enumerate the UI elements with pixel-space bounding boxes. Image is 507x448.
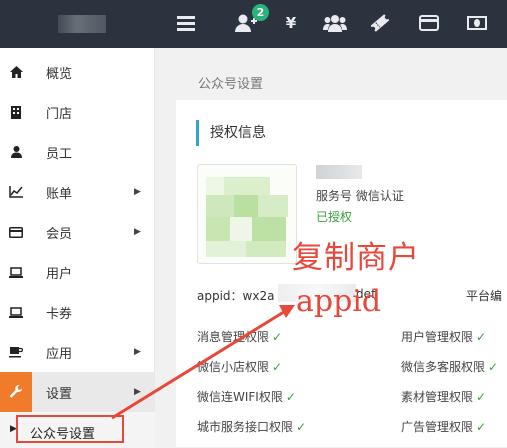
annotation-text-line1: 复制商户	[292, 240, 420, 276]
permission-item: 微信多客服权限 ✓	[401, 360, 499, 374]
sidebar-item-store[interactable]: 门店	[0, 92, 155, 132]
sidebar-item-staff[interactable]: 员工	[0, 132, 155, 172]
sidebar-item-apps[interactable]: 应用 ▶	[0, 332, 155, 372]
yen-icon[interactable]: ¥	[282, 10, 300, 36]
sidebar-item-label: 卡券	[46, 306, 73, 322]
notification-badge: 2	[252, 4, 269, 21]
top-navbar: 2 ¥	[0, 0, 507, 48]
laptop-icon	[9, 305, 23, 319]
sidebar-item-label: 门店	[46, 106, 73, 122]
appid-label: appid：wx2a	[197, 289, 275, 303]
card-icon[interactable]	[418, 10, 440, 36]
permission-item: 微信连WIFI权限 ✓	[197, 390, 296, 404]
annotation-text-line2: appid	[296, 284, 382, 319]
permission-item: 用户管理权限 ✓	[401, 330, 487, 344]
sidebar-item-label: 设置	[46, 386, 73, 402]
section-title: 授权信息	[196, 120, 266, 146]
sidebar-item-overview[interactable]: 概览	[0, 52, 155, 92]
sidebar: 概览 门店 员工 账单 ▶ 会员 ▶ 用户 卡券 应用 ▶ 设置 ▶ ▶ 公众号…	[0, 48, 155, 448]
card-icon	[9, 225, 23, 239]
permission-item: 城市服务接口权限 ✓	[197, 420, 307, 434]
permission-item: 广告管理权限 ✓	[401, 420, 487, 434]
permission-item: 消息管理权限 ✓	[197, 330, 283, 344]
cup-icon	[9, 345, 23, 359]
users-icon[interactable]	[322, 10, 348, 36]
chevron-right-icon: ▶	[134, 187, 141, 197]
cash-icon[interactable]	[466, 10, 488, 36]
chevron-right-icon: ▶	[134, 227, 141, 237]
platform-label: 平台编	[466, 289, 503, 303]
user-add-icon[interactable]: 2	[233, 4, 269, 36]
sidebar-item-users[interactable]: 用户	[0, 252, 155, 292]
brand-logo	[58, 15, 106, 33]
sidebar-item-coupons[interactable]: 卡券	[0, 292, 155, 332]
annotation-highlight-box	[16, 415, 124, 443]
user-icon	[9, 145, 23, 159]
menu-icon[interactable]	[176, 10, 196, 36]
authorization-status: 已授权	[316, 210, 353, 224]
ticket-icon[interactable]	[369, 10, 391, 36]
account-avatar	[197, 164, 297, 264]
sidebar-item-label: 应用	[46, 346, 73, 362]
wrench-icon	[0, 372, 32, 412]
permission-item: 素材管理权限 ✓	[401, 390, 487, 404]
chevron-right-icon: ▶	[134, 387, 141, 397]
permission-item: 微信小店权限 ✓	[197, 360, 283, 374]
sidebar-item-members[interactable]: 会员 ▶	[0, 212, 155, 252]
chevron-right-icon: ▶	[134, 347, 141, 357]
home-icon	[9, 65, 23, 79]
store-icon	[9, 105, 23, 119]
account-type: 服务号 微信认证	[316, 189, 404, 203]
sidebar-item-label: 用户	[46, 266, 73, 282]
chart-icon	[9, 185, 23, 199]
sidebar-item-label: 员工	[46, 146, 73, 162]
account-name-redacted	[316, 165, 362, 179]
sidebar-item-label: 账单	[46, 186, 73, 202]
sidebar-item-label: 概览	[46, 66, 73, 82]
laptop-icon	[9, 265, 23, 279]
breadcrumb: 公众号设置	[198, 77, 264, 92]
sidebar-item-label: 会员	[46, 226, 73, 242]
sidebar-item-bills[interactable]: 账单 ▶	[0, 172, 155, 212]
sidebar-item-settings[interactable]: 设置 ▶	[0, 372, 155, 412]
